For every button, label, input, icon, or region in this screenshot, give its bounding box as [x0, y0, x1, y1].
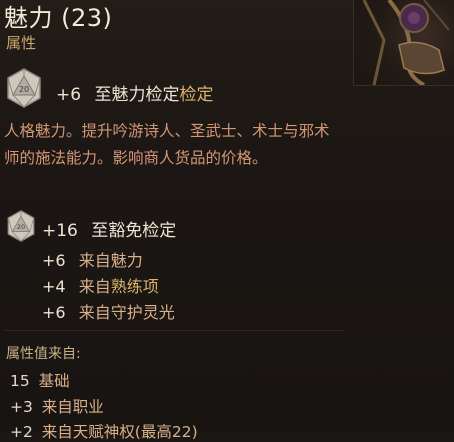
- divider: [4, 330, 344, 331]
- save-bonus: +16: [42, 221, 78, 241]
- breakdown-source: 熟练项: [110, 277, 159, 296]
- source-value: +3: [10, 398, 33, 416]
- character-portrait: [353, 0, 454, 86]
- source-text: 基础: [38, 372, 70, 390]
- d20-die-icon: 20: [6, 68, 42, 112]
- source-text: 来自职业: [41, 398, 104, 416]
- breakdown-prefix: 来自: [78, 251, 111, 270]
- source-item: +3 来自职业: [10, 395, 104, 417]
- save-breakdown-item: +6 来自魅力: [42, 247, 143, 271]
- breakdown-bonus: +4: [42, 277, 66, 296]
- check-bonus: +6: [56, 85, 82, 105]
- breakdown-prefix: 来自: [78, 303, 111, 322]
- d20-die-icon: 20: [6, 210, 36, 246]
- attribute-description: 人格魅力。提升吟游诗人、圣武士、术士与邪术师的施法能力。影响商人货品的价格。: [4, 122, 330, 167]
- source-text: 来自天赋神权(最高22): [41, 423, 198, 441]
- check-keyword: 检定: [179, 85, 214, 105]
- saving-throw-line: +16 至豁免检定: [42, 216, 176, 241]
- breakdown-bonus: +6: [42, 251, 66, 270]
- attribute-sources-label: 属性值来自:: [6, 346, 81, 362]
- die-value: 20: [17, 223, 25, 231]
- breakdown-source: 魅力: [110, 251, 143, 270]
- breakdown-bonus: +6: [42, 303, 66, 322]
- breakdown-prefix: 来自: [78, 277, 111, 296]
- source-value: +2: [10, 423, 33, 441]
- save-text: 至豁免检定: [91, 221, 177, 241]
- source-item: +2 来自天赋神权(最高22): [10, 420, 198, 442]
- attribute-category: 属性: [6, 34, 37, 52]
- source-value: 15: [10, 372, 30, 390]
- attribute-title: 魅力 (23): [4, 4, 113, 32]
- ability-check-line: +6 至魅力检定检定: [56, 80, 213, 105]
- check-text: 至魅力检定: [94, 85, 180, 105]
- tooltip-panel: 魅力 (23) 属性 20 +6 至魅力检定检定 人格魅力。提升吟游诗人、圣武士…: [0, 0, 454, 441]
- die-value: 20: [19, 85, 29, 94]
- save-breakdown-item: +6 来自守护灵光: [42, 299, 175, 323]
- breakdown-source: 守护灵光: [110, 303, 175, 322]
- save-breakdown-item: +4 来自熟练项: [42, 273, 159, 297]
- source-item: 15 基础: [10, 369, 70, 391]
